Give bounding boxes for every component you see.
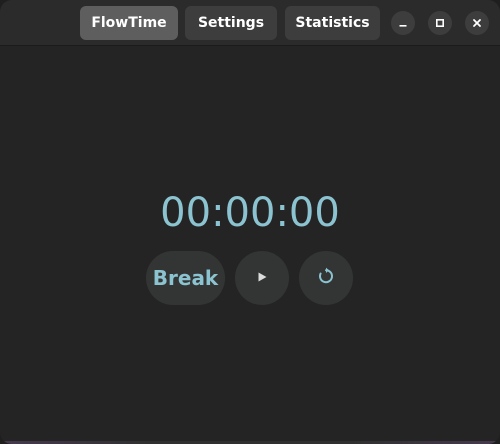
tab-flowtime[interactable]: FlowTime (80, 6, 178, 40)
tab-statistics-label: Statistics (295, 15, 370, 31)
minimize-button[interactable] (391, 11, 415, 35)
tab-settings[interactable]: Settings (185, 6, 277, 40)
minimize-icon (398, 18, 408, 28)
close-icon (472, 18, 482, 28)
break-button-label: Break (152, 266, 219, 290)
reset-icon (316, 266, 336, 290)
play-button[interactable] (235, 251, 289, 305)
app-window: FlowTime Settings Statistics 00:00:00 Br… (0, 0, 500, 444)
tab-flowtime-label: FlowTime (91, 15, 167, 31)
tab-statistics[interactable]: Statistics (285, 6, 380, 40)
header-bar: FlowTime Settings Statistics (0, 0, 500, 46)
maximize-icon (435, 18, 445, 28)
timer-display: 00:00:00 (160, 190, 340, 236)
play-icon (255, 269, 269, 288)
close-button[interactable] (465, 11, 489, 35)
reset-button[interactable] (299, 251, 353, 305)
tab-settings-label: Settings (197, 15, 265, 31)
maximize-button[interactable] (428, 11, 452, 35)
break-button[interactable]: Break (146, 251, 225, 305)
